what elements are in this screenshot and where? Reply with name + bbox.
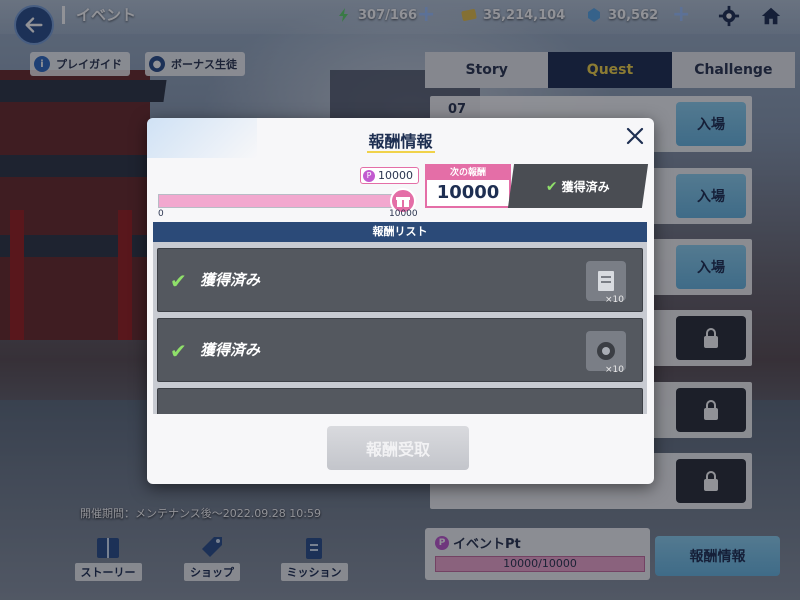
- reward-list[interactable]: ✔ 獲得済み ×10 ✔ 獲得済み ×10: [153, 242, 647, 414]
- reward-quantity: ×10: [605, 365, 624, 375]
- check-icon: ✔: [546, 178, 558, 194]
- reward-quantity: ×10: [605, 295, 624, 305]
- current-points-bubble: P 10000: [360, 167, 419, 184]
- current-points-value: 10000: [378, 169, 413, 182]
- progress-min-label: 0: [158, 209, 164, 219]
- modal-title: 報酬情報: [368, 132, 433, 151]
- reward-progress-fill: [159, 195, 407, 207]
- receive-reward-button[interactable]: 報酬受取: [327, 426, 469, 470]
- reward-row: ✔ 獲得済み ×10: [157, 248, 643, 312]
- title-underline: [367, 151, 435, 153]
- reward-status: 獲得済み: [200, 271, 261, 289]
- reward-list-header: 報酬リスト: [153, 222, 647, 242]
- check-icon: ✔: [170, 269, 187, 293]
- reward-row: ✔ 獲得済み ×10: [157, 318, 643, 382]
- close-button[interactable]: [623, 124, 647, 148]
- check-icon: ✔: [170, 339, 187, 363]
- reward-row: [157, 388, 643, 414]
- close-icon: [626, 127, 644, 145]
- progress-max-label: 10000: [389, 209, 418, 219]
- claimed-status-box: ✔ 獲得済み: [507, 164, 649, 208]
- next-reward-label: 次の報酬: [427, 166, 509, 180]
- reward-status: 獲得済み: [200, 341, 261, 359]
- next-reward-value: 10000: [436, 182, 500, 203]
- reward-info-modal: 報酬情報 P 10000 0 10000 次の報酬 10000 ✔ 獲得済み 報…: [147, 118, 654, 484]
- reward-progress-bar: [158, 194, 408, 208]
- claimed-status-label: 獲得済み: [561, 179, 610, 194]
- point-icon: P: [363, 169, 375, 182]
- next-reward-box: 次の報酬 10000: [425, 164, 511, 208]
